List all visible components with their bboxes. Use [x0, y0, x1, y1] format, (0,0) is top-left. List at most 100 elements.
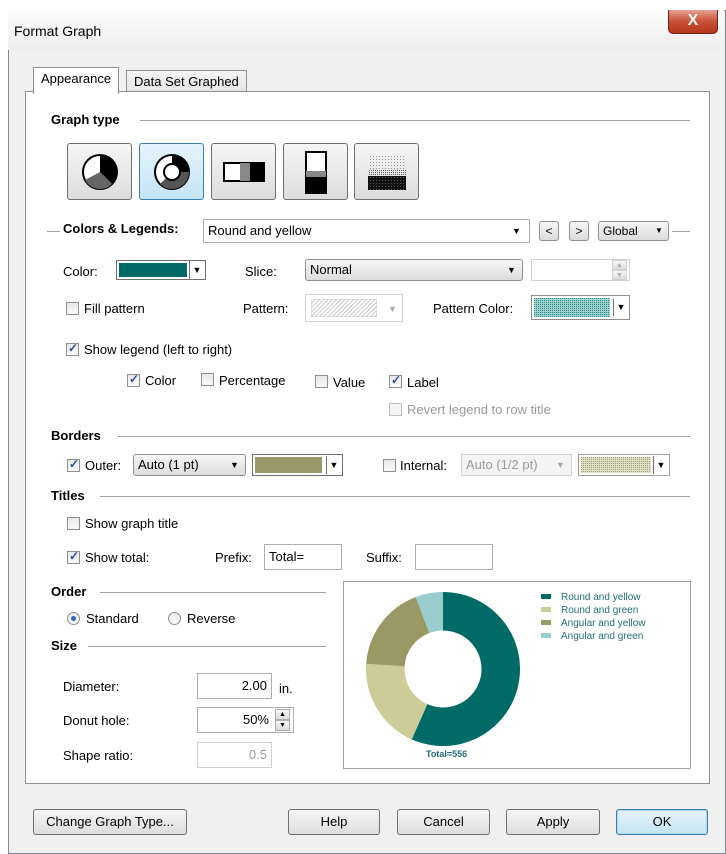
show-graph-title-checkbox[interactable]: [67, 517, 80, 530]
help-button[interactable]: Help: [288, 809, 380, 835]
donut-hole-down-icon[interactable]: ▼: [275, 720, 290, 731]
slice-offset-up-icon[interactable]: ▲: [612, 260, 627, 270]
borders-divider: [118, 436, 690, 437]
graph-type-horizontal-bar-button[interactable]: [211, 143, 276, 200]
color-picker[interactable]: ▼: [116, 260, 206, 280]
slice-offset-down-icon[interactable]: ▼: [612, 270, 627, 280]
fill-pattern-label: Fill pattern: [84, 301, 145, 316]
revert-legend-label: Revert legend to row title: [407, 402, 551, 417]
show-total-label: Show total:: [85, 550, 150, 565]
ok-button[interactable]: OK: [616, 809, 708, 835]
tab-appearance[interactable]: Appearance: [33, 67, 120, 94]
slice-select[interactable]: Normal ▼: [305, 259, 523, 281]
fill-pattern-checkbox[interactable]: [66, 302, 79, 315]
outer-border-checkbox[interactable]: [67, 457, 80, 472]
dataset-select-value: Round and yellow: [208, 223, 312, 238]
chevron-down-icon: ▼: [653, 456, 668, 474]
suffix-label: Suffix:: [366, 550, 402, 565]
internal-border-checkbox[interactable]: [383, 459, 396, 472]
donut-chart: Round and yellow Round and green Angular a…: [366, 592, 646, 746]
borders-heading: Borders: [51, 428, 107, 443]
chevron-down-icon: ▼: [512, 226, 521, 236]
show-graph-title-label: Show graph title: [85, 516, 179, 531]
graph-preview: Round and yellow Round and green Angular a…: [343, 581, 691, 769]
scope-select[interactable]: Global ▼: [598, 221, 669, 241]
show-legend-label: Show legend (left to right): [84, 342, 233, 357]
next-dataset-button[interactable]: >: [569, 221, 589, 241]
internal-border-color-swatch: [581, 457, 651, 473]
outer-border-label: Outer:: [85, 458, 122, 473]
horizontal-bar-icon: [223, 162, 265, 182]
legend-percentage-checkbox[interactable]: [201, 373, 214, 386]
legend-label-checkbox[interactable]: [389, 373, 402, 388]
legend-swatch: [541, 607, 551, 612]
legend-label: Round and green: [561, 605, 638, 616]
color-swatch-fill: [119, 263, 187, 277]
prefix-value: Total=: [269, 549, 305, 564]
pie-chart-icon: [82, 154, 118, 190]
order-heading: Order: [51, 584, 93, 599]
internal-border-color-picker[interactable]: ▼: [578, 454, 670, 476]
pattern-color-swatch: [534, 298, 610, 317]
legend-label: Round and yellow: [561, 592, 641, 603]
shape-ratio-input[interactable]: 0.5: [197, 742, 272, 768]
donut-hole-value: 50%: [242, 712, 269, 727]
legend-swatch: [541, 594, 551, 599]
cancel-button[interactable]: Cancel: [397, 809, 490, 835]
hatch-pattern-swatch: [311, 299, 377, 317]
outer-border-select[interactable]: Auto (1 pt) ▼: [133, 454, 246, 476]
title-bar-background: [8, 10, 724, 50]
pattern-color-picker[interactable]: ▼: [531, 295, 630, 320]
show-legend-checkbox[interactable]: [66, 341, 79, 356]
suffix-input[interactable]: [415, 544, 493, 570]
pattern-select[interactable]: ▼: [305, 294, 403, 322]
legend-swatch: [541, 620, 551, 625]
graph-type-pie-button[interactable]: [67, 143, 132, 200]
legend-value-checkbox[interactable]: [315, 375, 328, 388]
slice-label: Slice:: [245, 264, 277, 279]
diameter-label: Diameter:: [63, 679, 120, 694]
legend-color-checkbox[interactable]: [127, 372, 140, 387]
graph-type-heading: Graph type: [51, 112, 126, 127]
order-reverse-radio[interactable]: [168, 612, 181, 625]
pattern-color-label: Pattern Color:: [433, 301, 514, 316]
apply-button[interactable]: Apply: [506, 809, 600, 835]
order-divider: [100, 592, 326, 593]
internal-border-select[interactable]: Auto (1/2 pt) ▼: [461, 454, 572, 476]
pattern-label: Pattern:: [243, 301, 289, 316]
size-heading: Size: [51, 638, 84, 653]
colors-legends-heading: Colors & Legends:: [63, 221, 179, 236]
colors-legends-divider-left: [47, 231, 60, 232]
chevron-down-icon: ▼: [230, 460, 239, 470]
slice-select-value: Normal: [310, 262, 352, 277]
outer-border-color-picker[interactable]: ▼: [252, 454, 343, 476]
legend-value-label: Value: [333, 375, 366, 390]
prefix-label: Prefix:: [215, 550, 252, 565]
diameter-value: 2.00: [241, 678, 267, 693]
dataset-select[interactable]: Round and yellow: [203, 219, 530, 243]
vertical-bar-icon: [305, 151, 327, 194]
total-text: Total=556: [426, 749, 468, 759]
legend-swatch: [541, 633, 551, 638]
prefix-input[interactable]: Total=: [264, 544, 342, 570]
change-graph-type-button[interactable]: Change Graph Type...: [33, 809, 187, 835]
chevron-down-icon: ▼: [556, 460, 565, 470]
size-divider: [88, 646, 326, 647]
chevron-down-icon: ▼: [388, 304, 397, 314]
graph-type-dot-grid-button[interactable]: [354, 143, 419, 200]
legend-label-label: Label: [407, 375, 439, 390]
legend-percentage-label: Percentage: [219, 373, 286, 388]
revert-legend-checkbox[interactable]: [389, 403, 402, 416]
graph-type-vertical-bar-button[interactable]: [283, 143, 348, 200]
donut-hole-up-icon[interactable]: ▲: [275, 709, 290, 720]
diameter-input[interactable]: 2.00: [197, 673, 272, 699]
outer-border-color-fill: [255, 457, 322, 473]
order-standard-radio[interactable]: [67, 612, 80, 625]
chevron-down-icon: ▼: [613, 299, 628, 316]
legend-color-label: Color: [145, 373, 177, 388]
show-total-checkbox[interactable]: [67, 549, 80, 564]
graph-type-donut-button[interactable]: [139, 143, 204, 200]
chevron-down-icon: ▼: [189, 261, 204, 279]
close-button[interactable]: X: [668, 10, 718, 34]
previous-dataset-button[interactable]: <: [539, 221, 559, 241]
